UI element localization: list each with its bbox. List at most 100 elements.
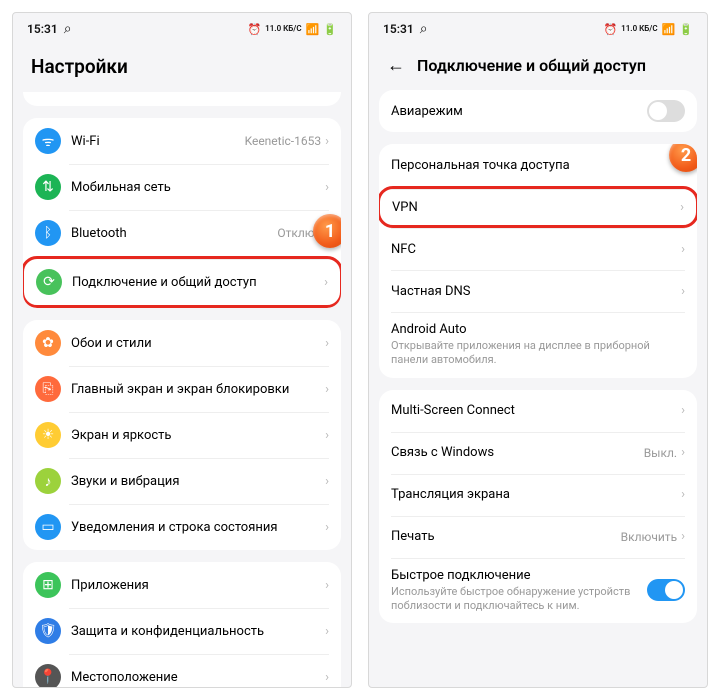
personalization-group: ✿ Обои и стили › ⎘ Главный экран и экран… — [23, 320, 341, 550]
chevron-icon: › — [680, 200, 684, 215]
sound-icon: ♪ — [35, 468, 61, 494]
status-bar: 15:31 ⏰ 11.0 КБ/С 📶 🔋 — [13, 13, 351, 45]
chevron-icon: › — [325, 474, 329, 489]
row-vpn[interactable]: VPN › — [379, 186, 697, 228]
chevron-icon: › — [325, 578, 329, 593]
chevron-icon: › — [325, 180, 329, 195]
chevron-icon: › — [325, 382, 329, 397]
row-hotspot[interactable]: Персональная точка доступа › — [379, 144, 697, 186]
connectivity-group: ᯤ Wi-Fi Keenetic-1653 › ⇅ Мобильная сеть… — [23, 118, 341, 308]
row-privacy[interactable]: 🛡 Защита и конфиденциальность › — [23, 608, 341, 654]
privacy-icon: 🛡 — [35, 618, 61, 644]
row-label: Авиарежим — [391, 104, 647, 119]
row-notifications[interactable]: ▭ Уведомления и строка состояния › — [23, 504, 341, 550]
row-label: Android Auto — [391, 322, 685, 337]
chevron-icon: › — [681, 445, 685, 460]
row-label: Wi-Fi — [71, 134, 245, 149]
airplane-group: Авиарежим — [379, 90, 697, 132]
row-label: Печать — [391, 529, 621, 544]
chevron-icon: › — [681, 403, 685, 418]
row-home-lock[interactable]: ⎘ Главный экран и экран блокировки › — [23, 366, 341, 412]
row-label: Экран и яркость — [71, 428, 325, 443]
row-sound[interactable]: ♪ Звуки и вибрация › — [23, 458, 341, 504]
wallpaper-icon: ✿ — [35, 330, 61, 356]
chevron-icon: › — [325, 624, 329, 639]
row-bluetooth[interactable]: ᛒ Bluetooth Отключ › — [23, 210, 341, 256]
page-title: Настройки — [31, 55, 128, 78]
row-label: Звуки и вибрация — [71, 474, 325, 489]
wifi-icon: 📶 — [662, 23, 676, 36]
row-value: Включить — [621, 530, 677, 544]
row-label: Быстрое подключение — [391, 568, 647, 583]
network-speed: 11.0 КБ/С — [265, 25, 301, 33]
row-label: Обои и стили — [71, 336, 325, 351]
battery-icon: 🔋 — [679, 23, 693, 36]
wifi-icon: 📶 — [306, 23, 320, 36]
brightness-icon: ☀ — [35, 422, 61, 448]
notification-icon: ▭ — [35, 514, 61, 540]
page-header: ← Подключение и общий доступ — [369, 45, 707, 90]
row-nfc[interactable]: NFC › — [379, 228, 697, 270]
row-airplane-mode[interactable]: Авиарежим — [379, 90, 697, 132]
row-label: Местоположение — [71, 670, 325, 685]
home-icon: ⎘ — [35, 376, 61, 402]
connection-content: Авиарежим Персональная точка доступа › V… — [369, 90, 707, 687]
chevron-icon: › — [681, 242, 685, 257]
row-label: Главный экран и экран блокировки — [71, 382, 325, 397]
network-speed: 11.0 КБ/С — [621, 25, 657, 33]
cellular-icon: ⇅ — [35, 174, 61, 200]
network-group: Персональная точка доступа › VPN › NFC ›… — [379, 144, 697, 378]
row-wallpaper[interactable]: ✿ Обои и стили › — [23, 320, 341, 366]
row-android-auto[interactable]: Android Auto Открывайте приложения на ди… — [379, 312, 697, 378]
system-group: ⊞ Приложения › 🛡 Защита и конфиденциальн… — [23, 562, 341, 687]
row-label: Персональная точка доступа — [391, 158, 681, 173]
row-label: Защита и конфиденциальность — [71, 624, 325, 639]
row-sub: Используйте быстрое обнаружение устройст… — [391, 585, 647, 614]
status-time: 15:31 — [27, 22, 58, 36]
row-label: Связь с Windows — [391, 445, 644, 460]
toggle-quick-connect[interactable] — [647, 579, 685, 601]
row-mobile-network[interactable]: ⇅ Мобильная сеть › — [23, 164, 341, 210]
back-button[interactable]: ← — [387, 55, 405, 76]
alarm-icon: ⏰ — [603, 23, 617, 36]
phone-screenshot-right: 15:31 ⏰ 11.0 КБ/С 📶 🔋 ← Подключение и об… — [368, 12, 708, 688]
chevron-icon: › — [325, 336, 329, 351]
status-bar: 15:31 ⏰ 11.0 КБ/С 📶 🔋 — [369, 13, 707, 45]
location-icon: 📍 — [35, 664, 61, 687]
row-print[interactable]: Печать Включить › — [379, 516, 697, 558]
row-label: Приложения — [71, 578, 325, 593]
battery-icon: 🔋 — [323, 23, 337, 36]
row-label: Трансляция экрана — [391, 487, 681, 502]
share-icon: ⟳ — [36, 269, 62, 295]
chevron-icon: › — [681, 529, 685, 544]
chevron-icon: › — [325, 134, 329, 149]
row-connection-sharing[interactable]: ⟳ Подключение и общий доступ › — [23, 256, 341, 308]
status-time: 15:31 — [383, 22, 414, 36]
row-multiscreen[interactable]: Multi-Screen Connect › — [379, 390, 697, 432]
status-search-icon — [420, 21, 428, 37]
status-search-icon — [64, 21, 72, 37]
row-label: Частная DNS — [391, 284, 681, 299]
row-private-dns[interactable]: Частная DNS › — [379, 270, 697, 312]
chevron-icon: › — [325, 670, 329, 685]
row-label: NFC — [391, 242, 681, 257]
row-value: Выкл. — [644, 446, 677, 460]
toggle-airplane[interactable] — [647, 100, 685, 122]
row-label: Мобильная сеть — [71, 180, 325, 195]
row-location[interactable]: 📍 Местоположение › — [23, 654, 341, 687]
row-cast[interactable]: Трансляция экрана › — [379, 474, 697, 516]
row-display[interactable]: ☀ Экран и яркость › — [23, 412, 341, 458]
chevron-icon: › — [681, 487, 685, 502]
row-link-windows[interactable]: Связь с Windows Выкл. › — [379, 432, 697, 474]
row-label: Bluetooth — [71, 226, 277, 241]
row-quick-connect[interactable]: Быстрое подключение Используйте быстрое … — [379, 558, 697, 624]
row-label: Multi-Screen Connect — [391, 403, 681, 418]
chevron-icon: › — [325, 520, 329, 535]
chevron-icon: › — [681, 284, 685, 299]
step-badge-1: 1 — [313, 214, 341, 248]
chevron-icon: › — [325, 428, 329, 443]
row-wifi[interactable]: ᯤ Wi-Fi Keenetic-1653 › — [23, 118, 341, 164]
row-apps[interactable]: ⊞ Приложения › — [23, 562, 341, 608]
row-label: VPN — [392, 200, 680, 215]
bluetooth-icon: ᛒ — [35, 220, 61, 246]
